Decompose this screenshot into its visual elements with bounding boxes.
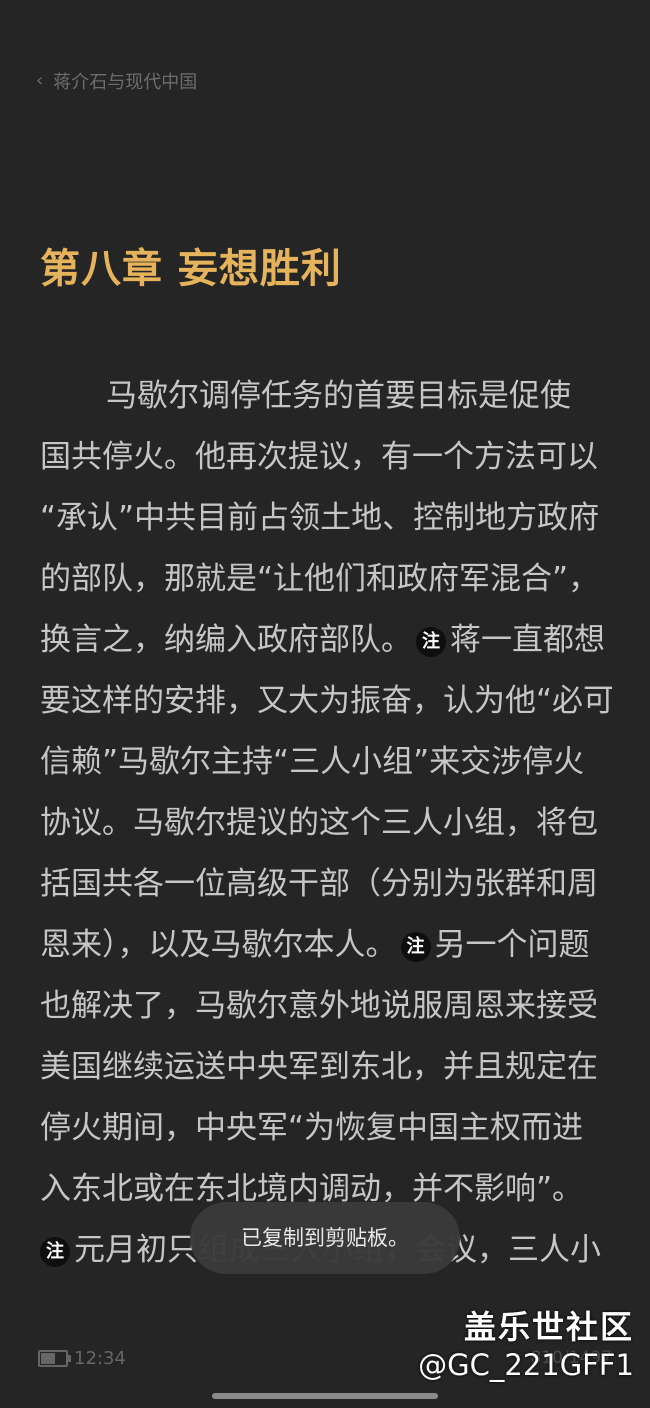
text-line: 协议。马歇尔提议的这个三人小组，将包: [40, 805, 598, 841]
text-line: 换言之，纳编入政府部队。注蒋一直都想: [40, 610, 612, 671]
text-line: 的部队，那就是“让他们和政府军混合”，: [40, 561, 600, 597]
footnote-icon[interactable]: 注: [416, 626, 446, 657]
home-indicator[interactable]: [212, 1393, 438, 1399]
chapter-title: 第八章 妄想胜利: [40, 246, 342, 292]
watermark-user: @GC_221GFF1: [418, 1348, 634, 1382]
footnote-icon[interactable]: 注: [40, 1236, 70, 1267]
text-segment: 恩来），以及马歇尔本人。: [40, 927, 397, 963]
back-button[interactable]: ‹ 蒋介石与现代中国: [36, 68, 197, 94]
text-segment: 蒋一直都想: [450, 622, 605, 658]
reading-content[interactable]: 马歇尔调停任务的首要目标是促使 国共停火。他再次提议，有一个方法可以 “承认”中…: [40, 366, 612, 1281]
text-line: 要这样的安排，又大为振奋，认为他“必可: [40, 683, 612, 719]
text-line: 美国继续运送中央军到东北，并且规定在: [40, 1049, 598, 1085]
battery-icon: [38, 1350, 71, 1367]
book-title: 蒋介石与现代中国: [53, 72, 198, 93]
text-line: “承认”中共目前占领土地、控制地方政府: [40, 500, 600, 536]
text-line: 信赖”马歇尔主持“三人小组”来交涉停火: [40, 744, 585, 780]
text-line: 恩来），以及马歇尔本人。注另一个问题: [40, 915, 612, 976]
chevron-left-icon: ‹: [36, 70, 44, 91]
reader-status: 12:34: [38, 1348, 126, 1369]
text-segment: 换言之，纳编入政府部队。: [40, 622, 412, 658]
text-line: 国共停火。他再次提议，有一个方法可以: [40, 439, 598, 475]
text-line: 马歇尔调停任务的首要目标是促使: [106, 378, 571, 414]
copied-toast: 已复制到剪贴板。: [190, 1202, 460, 1274]
battery-level: [41, 1353, 56, 1364]
text-segment: 另一个问题: [434, 927, 590, 963]
text-line: 停火期间，中央军“为恢复中国主权而进: [40, 1110, 584, 1146]
footnote-icon[interactable]: 注: [400, 931, 431, 962]
text-line: 也解决了，马歇尔意外地说服周恩来接受: [40, 988, 598, 1024]
watermark-site: 盖乐世社区: [463, 1308, 634, 1346]
text-line: 括国共各一位高级干部（分别为张群和周: [40, 866, 598, 902]
clock: 12:34: [74, 1348, 126, 1369]
